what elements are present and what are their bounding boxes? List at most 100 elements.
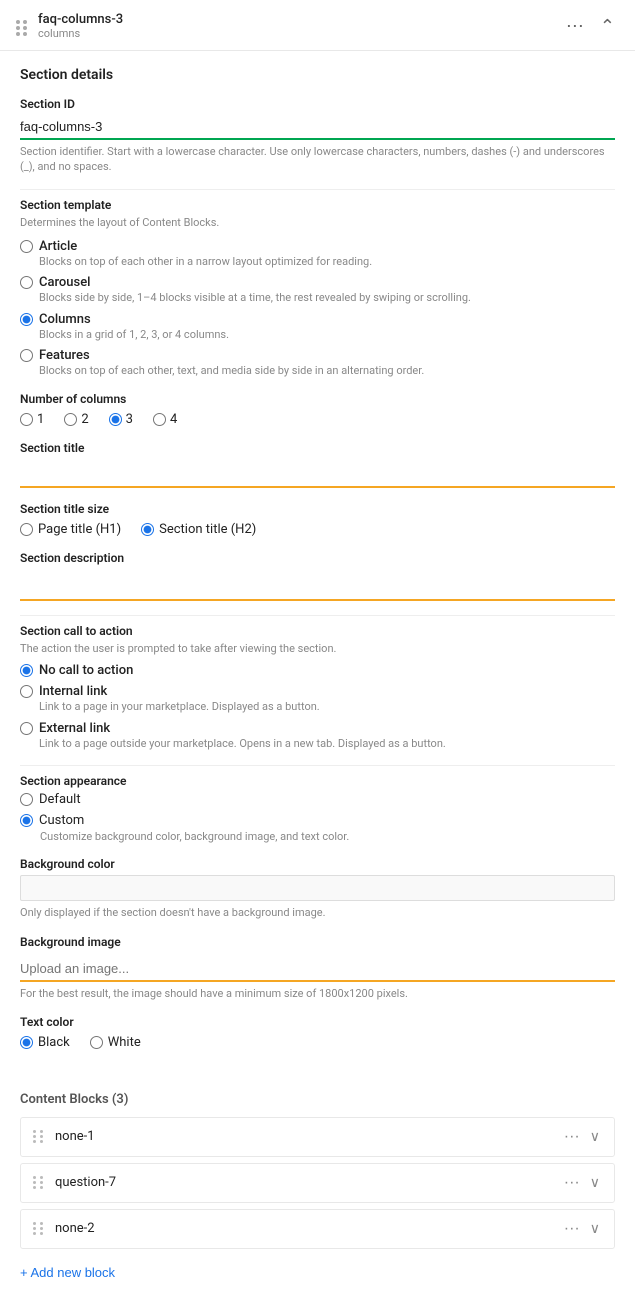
section-appearance-group: Section appearance Default Custom Custom… — [20, 774, 615, 843]
cta-internal-desc: Link to a page in your marketplace. Disp… — [39, 699, 320, 714]
section-title-input[interactable] — [20, 463, 615, 488]
section-id-label: Section ID — [20, 97, 615, 111]
drag-handle-icon[interactable] — [16, 20, 28, 32]
size-radio-h1[interactable] — [20, 523, 33, 536]
col-radio-3[interactable] — [109, 413, 122, 426]
block-drag-handle-3[interactable] — [33, 1222, 45, 1235]
text-color-black-label[interactable]: Black — [20, 1035, 70, 1050]
col-radio-2-label[interactable]: 2 — [64, 412, 88, 427]
panel: faq-columns-3 columns ⋯ ⌃ Section detail… — [0, 0, 635, 1296]
col-radio-2[interactable] — [64, 413, 77, 426]
block-menu-button-1[interactable]: ··· — [562, 1128, 582, 1146]
section-description-group: Section description — [20, 551, 615, 601]
appearance-radio-default[interactable] — [20, 793, 33, 806]
cta-radio-internal[interactable] — [20, 685, 33, 698]
content-blocks-section: Content Blocks (3) none-1 ··· ∨ — [0, 1080, 635, 1249]
template-carousel-desc: Blocks side by side, 1–4 blocks visible … — [39, 290, 471, 305]
panel-title: faq-columns-3 — [38, 12, 123, 27]
col-radio-4[interactable] — [153, 413, 166, 426]
block-expand-button-2[interactable]: ∨ — [588, 1174, 602, 1191]
col-radio-4-label[interactable]: 4 — [153, 412, 177, 427]
panel-body: Section details Section ID Section ident… — [0, 51, 635, 1296]
template-article-desc: Blocks on top of each other in a narrow … — [39, 254, 372, 269]
appearance-radio-custom[interactable] — [20, 814, 33, 827]
block-drag-handle-2[interactable] — [33, 1176, 45, 1189]
panel-subtitle: columns — [38, 27, 123, 40]
template-radio-features[interactable] — [20, 349, 33, 362]
block-name-none-1: none-1 — [55, 1129, 552, 1144]
panel-header: faq-columns-3 columns ⋯ ⌃ — [0, 0, 635, 51]
template-option-features: Features Blocks on top of each other, te… — [20, 348, 615, 378]
block-name-none-2: none-2 — [55, 1221, 552, 1236]
section-appearance-label: Section appearance — [20, 774, 615, 788]
section-id-input[interactable] — [20, 115, 615, 140]
template-option-columns: Columns Blocks in a grid of 1, 2, 3, or … — [20, 312, 615, 342]
collapse-button[interactable]: ⌃ — [596, 15, 619, 37]
appearance-option-default: Default — [20, 792, 615, 807]
num-columns-group: Number of columns 1 2 3 — [20, 392, 615, 427]
block-expand-button-1[interactable]: ∨ — [588, 1128, 602, 1145]
block-item-none-1: none-1 ··· ∨ — [20, 1117, 615, 1157]
template-radio-article[interactable] — [20, 240, 33, 253]
section-cta-group: Section call to action The action the us… — [20, 624, 615, 751]
template-radio-columns[interactable] — [20, 313, 33, 326]
size-h1-text: Page title (H1) — [38, 522, 121, 537]
block-item-none-2: none-2 ··· ∨ — [20, 1209, 615, 1249]
section-cta-label: Section call to action — [20, 624, 615, 638]
text-color-white-label[interactable]: White — [90, 1035, 141, 1050]
col-radio-1[interactable] — [20, 413, 33, 426]
section-id-hint: Section identifier. Start with a lowerca… — [20, 144, 615, 175]
col-2-text: 2 — [81, 412, 88, 427]
cta-none-name: No call to action — [39, 663, 133, 678]
section-title-size-group: Section title size Page title (H1) Secti… — [20, 502, 615, 537]
text-color-white-text: White — [108, 1035, 141, 1050]
divider-1 — [20, 189, 615, 190]
section-title-size-label: Section title size — [20, 502, 615, 516]
background-image-group: Background image For the best result, th… — [20, 935, 615, 1001]
block-expand-button-3[interactable]: ∨ — [588, 1220, 602, 1237]
panel-header-actions: ⋯ ⌃ — [562, 15, 619, 37]
template-radio-carousel[interactable] — [20, 276, 33, 289]
background-color-wrapper — [20, 875, 615, 901]
block-actions-2: ··· ∨ — [562, 1174, 602, 1192]
template-features-name: Features — [39, 348, 424, 363]
background-image-input[interactable] — [20, 957, 615, 982]
section-title-group: Section title — [20, 441, 615, 488]
template-carousel-name: Carousel — [39, 275, 471, 290]
divider-2 — [20, 615, 615, 616]
template-columns-desc: Blocks in a grid of 1, 2, 3, or 4 column… — [39, 327, 229, 342]
block-drag-handle-1[interactable] — [33, 1130, 45, 1143]
section-cta-hint: The action the user is prompted to take … — [20, 642, 615, 655]
content-blocks-title: Content Blocks (3) — [20, 1092, 615, 1107]
more-options-button[interactable]: ⋯ — [562, 15, 588, 37]
cta-radio-none[interactable] — [20, 664, 33, 677]
cta-option-internal: Internal link Link to a page in your mar… — [20, 684, 615, 714]
cta-radio-external[interactable] — [20, 722, 33, 735]
size-radio-h2[interactable] — [141, 523, 154, 536]
add-block-button[interactable]: + Add new block — [20, 1265, 115, 1280]
template-features-desc: Blocks on top of each other, text, and m… — [39, 363, 424, 378]
block-name-question-7: question-7 — [55, 1175, 552, 1190]
background-color-input[interactable] — [27, 880, 608, 895]
col-4-text: 4 — [170, 412, 177, 427]
size-radio-h1-label[interactable]: Page title (H1) — [20, 522, 121, 537]
appearance-option-custom: Custom Customize background color, backg… — [20, 813, 615, 843]
col-1-text: 1 — [37, 412, 44, 427]
panel-titles: faq-columns-3 columns — [38, 12, 123, 40]
divider-3 — [20, 765, 615, 766]
block-menu-button-2[interactable]: ··· — [562, 1174, 582, 1192]
col-radio-1-label[interactable]: 1 — [20, 412, 44, 427]
size-radio-h2-label[interactable]: Section title (H2) — [141, 522, 256, 537]
background-color-label: Background color — [20, 857, 615, 871]
section-details-heading: Section details — [20, 67, 615, 83]
block-menu-button-3[interactable]: ··· — [562, 1220, 582, 1238]
section-details: Section details Section ID Section ident… — [0, 51, 635, 1080]
section-id-group: Section ID Section identifier. Start wit… — [20, 97, 615, 175]
section-description-input[interactable] — [20, 573, 615, 601]
template-option-article: Article Blocks on top of each other in a… — [20, 239, 615, 269]
text-color-radio-white[interactable] — [90, 1036, 103, 1049]
panel-header-left: faq-columns-3 columns — [16, 12, 123, 40]
text-color-radio-black[interactable] — [20, 1036, 33, 1049]
col-radio-3-label[interactable]: 3 — [109, 412, 133, 427]
cta-option-none: No call to action — [20, 663, 615, 678]
